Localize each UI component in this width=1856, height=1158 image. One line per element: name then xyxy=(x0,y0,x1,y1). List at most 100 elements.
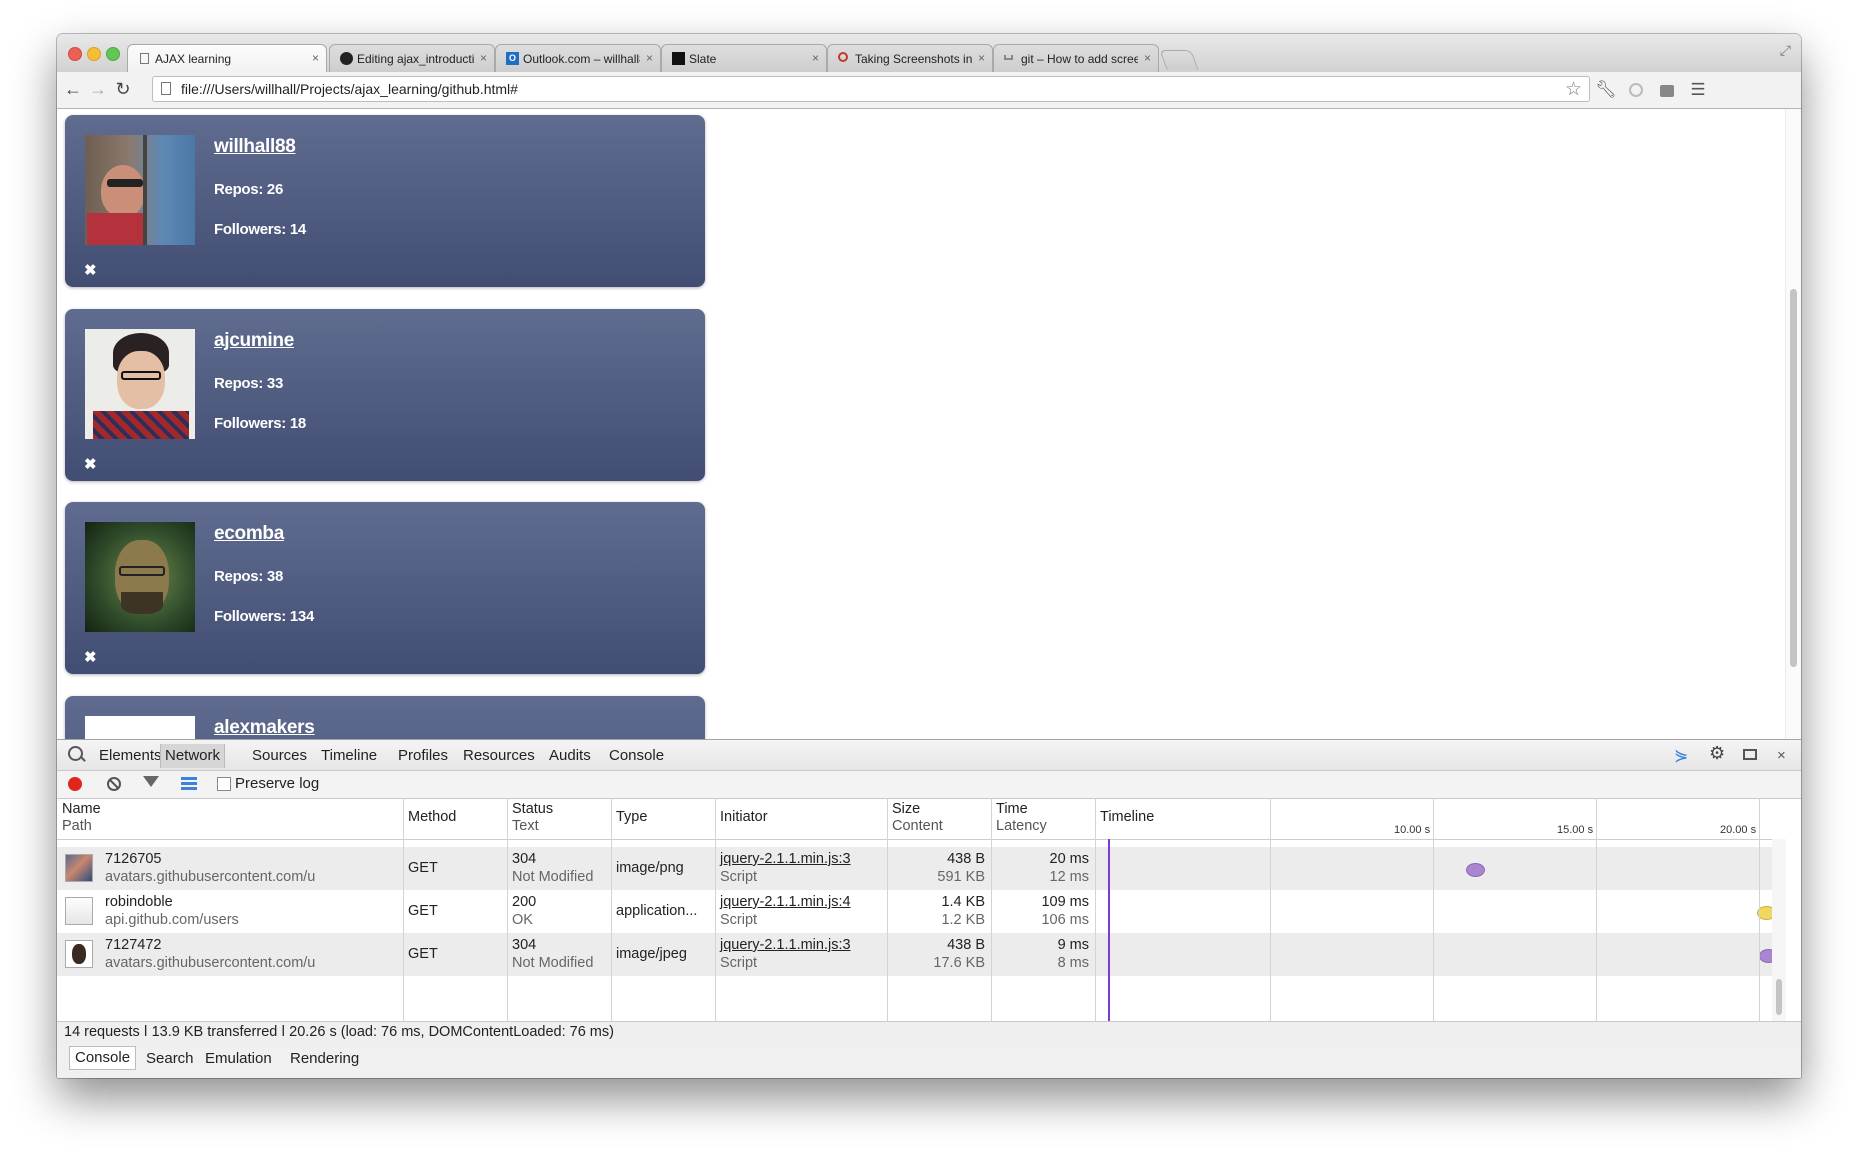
column-header-time[interactable]: Time Latency xyxy=(991,799,1095,839)
tab-close-icon[interactable]: × xyxy=(646,51,653,65)
list-view-icon[interactable] xyxy=(181,777,197,790)
devtools-drawer: Console Search Emulation Rendering xyxy=(57,1043,1801,1078)
lock-extension-icon[interactable] xyxy=(1656,79,1678,101)
drawer-tab-console[interactable]: Console xyxy=(69,1046,137,1070)
forward-arrow-icon[interactable]: → xyxy=(87,78,109,100)
timeline-bar xyxy=(1466,863,1485,877)
tab-timeline[interactable]: Timeline xyxy=(321,746,377,766)
devtools-panel: Elements Network Sources Timeline Profil… xyxy=(57,739,1801,1078)
tab-console[interactable]: Console xyxy=(609,746,664,766)
menu-icon[interactable]: ☰ xyxy=(1687,79,1709,101)
settings-gear-icon[interactable]: ⚙ xyxy=(1709,743,1725,763)
tab-outlook[interactable]: O Outlook.com – willhall88@ × xyxy=(495,44,661,72)
table-row[interactable]: robindoble api.github.com/users GET 200 O… xyxy=(57,890,1786,933)
tab-close-icon[interactable]: × xyxy=(978,51,985,65)
method-text: GET xyxy=(408,903,438,919)
grid-scrollbar[interactable] xyxy=(1772,839,1786,1021)
drawer-tab-rendering[interactable]: Rendering xyxy=(290,1048,359,1070)
remove-card-icon[interactable]: ✖ xyxy=(84,455,97,473)
status-cell: 200 OK xyxy=(507,890,611,933)
column-header-name[interactable]: Name Path xyxy=(57,799,403,839)
header-sublabel: Latency xyxy=(996,818,1047,834)
username-link[interactable]: willhall88 xyxy=(214,136,296,158)
tab-elements[interactable]: Elements xyxy=(99,746,162,766)
maximize-window-button[interactable] xyxy=(106,47,120,61)
tab-resources[interactable]: Resources xyxy=(463,746,535,766)
tab-git-screenshots[interactable]: git – How to add screensh × xyxy=(993,44,1159,72)
tab-github-editing[interactable]: Editing ajax_introduction/ × xyxy=(329,44,495,72)
table-row[interactable]: 7127472 avatars.githubusercontent.com/u … xyxy=(57,933,1786,976)
method-cell: GET xyxy=(403,933,507,976)
header-label: Timeline xyxy=(1100,809,1155,825)
tab-network[interactable]: Network xyxy=(160,744,226,768)
fullscreen-icon[interactable]: ⤢ xyxy=(1780,42,1791,59)
tab-close-icon[interactable]: × xyxy=(312,51,319,65)
scrollbar-thumb[interactable] xyxy=(1790,289,1797,667)
initiator-cell: jquery-2.1.1.min.js:3 Script xyxy=(715,847,887,890)
wrench-icon[interactable]: 🔧︎ xyxy=(1595,79,1617,101)
initiator-link[interactable]: jquery-2.1.1.min.js:3 xyxy=(720,937,851,953)
network-toolbar: Preserve log xyxy=(57,771,1801,799)
tab-close-icon[interactable]: × xyxy=(1144,51,1151,65)
address-bar[interactable]: file:///Users/willhall/Projects/ajax_lea… xyxy=(152,76,1590,102)
extension-circle-icon[interactable] xyxy=(1625,79,1647,101)
request-path: avatars.githubusercontent.com/u xyxy=(105,869,316,885)
drawer-tab-emulation[interactable]: Emulation xyxy=(205,1048,272,1070)
column-header-status[interactable]: Status Text xyxy=(507,799,611,839)
tab-slate[interactable]: Slate × xyxy=(661,44,827,72)
drawer-tab-search[interactable]: Search xyxy=(146,1048,194,1070)
username-link[interactable]: ajcumine xyxy=(214,330,294,352)
tab-ajax-learning[interactable]: AJAX learning × xyxy=(127,44,327,73)
tab-close-icon[interactable]: × xyxy=(480,51,487,65)
dock-icon[interactable] xyxy=(1743,746,1757,766)
reload-icon[interactable]: ↻ xyxy=(112,78,134,100)
close-window-button[interactable] xyxy=(68,47,82,61)
filter-icon[interactable] xyxy=(143,776,159,787)
page-content: willhall88 Repos: 26 Followers: 14 ✖ ajc… xyxy=(57,109,1786,739)
record-icon[interactable] xyxy=(68,777,82,791)
show-drawer-icon[interactable]: ⋟ xyxy=(1674,746,1688,766)
header-sublabel: Path xyxy=(62,818,92,834)
grid-scrollbar-thumb[interactable] xyxy=(1776,979,1782,1015)
resource-thumbnail xyxy=(65,940,93,968)
timeline-tick-label: 15.00 s xyxy=(1557,824,1594,836)
repos-count: Repos: 33 xyxy=(214,375,283,392)
minimize-window-button[interactable] xyxy=(87,47,101,61)
request-name: 7127472 xyxy=(105,937,162,953)
initiator-link[interactable]: jquery-2.1.1.min.js:3 xyxy=(720,851,851,867)
repos-count: Repos: 26 xyxy=(214,181,283,198)
new-tab-button[interactable] xyxy=(1159,50,1199,70)
preserve-log-checkbox[interactable] xyxy=(217,777,231,791)
table-row[interactable]: 7126705 avatars.githubusercontent.com/u … xyxy=(57,847,1786,890)
initiator-link[interactable]: jquery-2.1.1.min.js:4 xyxy=(720,894,851,910)
status-code: 200 xyxy=(512,894,537,910)
page-scrollbar[interactable] xyxy=(1785,109,1801,739)
initiator-cell: jquery-2.1.1.min.js:4 Script xyxy=(715,890,887,933)
tab-close-icon[interactable]: × xyxy=(812,51,819,65)
remove-card-icon[interactable]: ✖ xyxy=(84,648,97,666)
tab-profiles[interactable]: Profiles xyxy=(398,746,448,766)
column-header-timeline[interactable]: Timeline xyxy=(1095,799,1285,839)
bookmark-star-icon[interactable]: ☆ xyxy=(1565,78,1582,101)
column-header-method[interactable]: Method xyxy=(403,799,507,839)
column-divider xyxy=(715,799,716,1021)
username-link[interactable]: ecomba xyxy=(214,523,284,545)
column-header-initiator[interactable]: Initiator xyxy=(715,799,887,839)
tab-sources[interactable]: Sources xyxy=(252,746,307,766)
method-text: GET xyxy=(408,860,438,876)
request-path: avatars.githubusercontent.com/u xyxy=(105,955,316,971)
column-header-type[interactable]: Type xyxy=(611,799,715,839)
content-size: 1.2 KB xyxy=(941,912,985,928)
close-devtools-icon[interactable]: × xyxy=(1777,746,1786,766)
resource-thumbnail xyxy=(65,854,93,882)
column-header-size[interactable]: Size Content xyxy=(887,799,991,839)
username-link[interactable]: alexmakers xyxy=(214,717,315,739)
url-text[interactable]: file:///Users/willhall/Projects/ajax_lea… xyxy=(181,81,518,97)
initiator-cell: jquery-2.1.1.min.js:3 Script xyxy=(715,933,887,976)
timeline-gridline xyxy=(1596,799,1597,1021)
tab-audits[interactable]: Audits xyxy=(549,746,591,766)
type-cell: image/png xyxy=(611,847,715,890)
back-arrow-icon[interactable]: ← xyxy=(62,78,84,100)
tab-screenshots-mac[interactable]: Taking Screenshots in Mac × xyxy=(827,44,993,72)
remove-card-icon[interactable]: ✖ xyxy=(84,261,97,279)
